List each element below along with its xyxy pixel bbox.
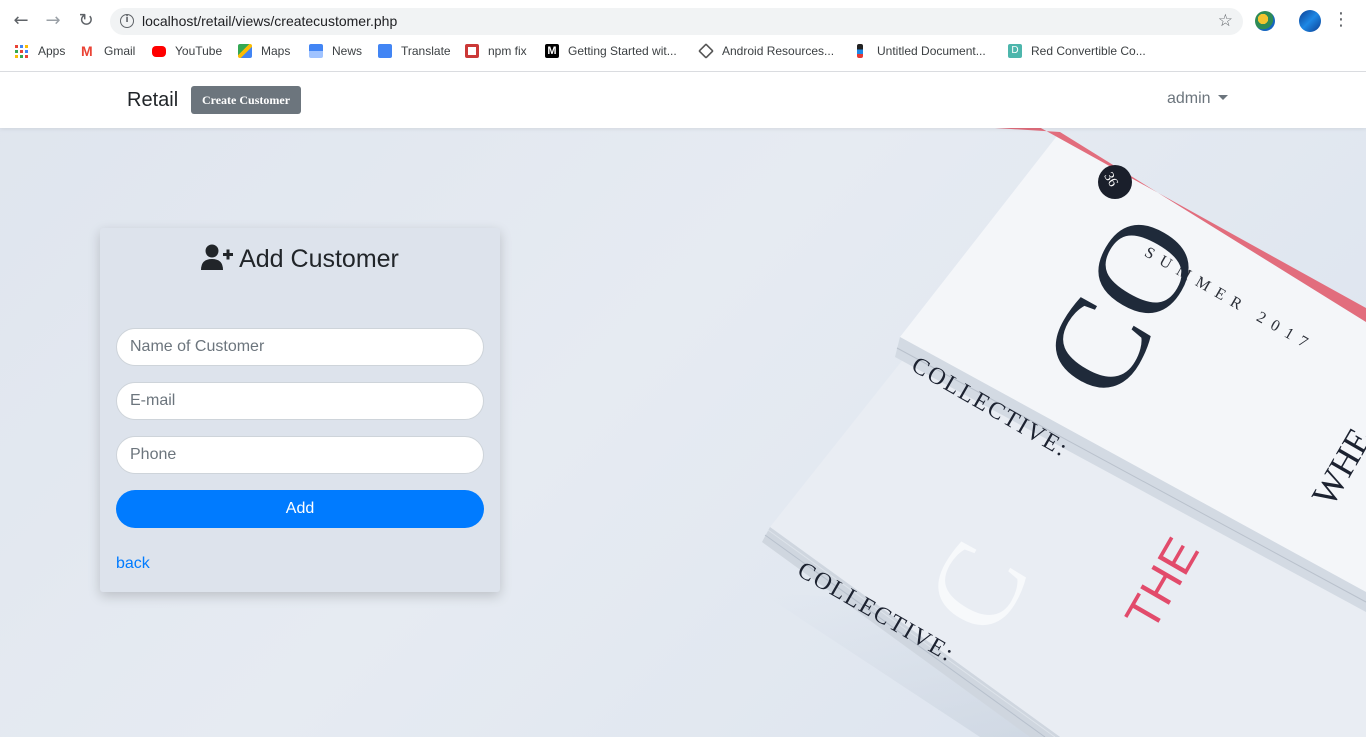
bookmark-label: Red Convertible Co... bbox=[1031, 44, 1146, 58]
reload-icon[interactable]: ↻ bbox=[75, 10, 97, 32]
bookmark-getting-started[interactable]: M Getting Started wit... bbox=[545, 44, 677, 58]
user-plus-icon bbox=[201, 244, 234, 270]
create-customer-button[interactable]: Create Customer bbox=[191, 86, 301, 114]
bookmark-npm-fix[interactable]: npm fix bbox=[465, 44, 527, 58]
bookmark-maps[interactable]: Maps bbox=[238, 44, 290, 58]
bookmark-label: Apps bbox=[38, 44, 66, 58]
email-input[interactable] bbox=[116, 382, 484, 420]
browser-chrome: ← → ↻ i localhost/retail/views/createcus… bbox=[0, 0, 1366, 72]
brand-link[interactable]: Retail bbox=[127, 89, 178, 112]
bookmark-label: YouTube bbox=[175, 44, 223, 58]
bookmark-label: News bbox=[332, 44, 363, 58]
user-name: admin bbox=[1167, 90, 1211, 107]
bookmark-label: Gmail bbox=[104, 44, 136, 58]
gmail-icon: M bbox=[81, 43, 93, 59]
bookmark-label: Translate bbox=[401, 44, 451, 58]
news-icon bbox=[309, 44, 323, 58]
youtube-icon bbox=[152, 45, 166, 57]
apps-grid-icon bbox=[15, 44, 28, 58]
bookmark-apps[interactable]: Apps bbox=[15, 44, 65, 58]
page-content: 36 SUMMER 2017 CO COLLECTIVE: WHE C THE … bbox=[0, 72, 1366, 737]
card-title: Add Customer bbox=[100, 244, 500, 274]
bookmark-news[interactable]: News bbox=[309, 44, 362, 58]
npm-icon bbox=[465, 44, 479, 58]
document-icon bbox=[857, 44, 863, 58]
android-resources-icon bbox=[698, 43, 714, 59]
d-icon: D bbox=[1008, 44, 1022, 58]
card-title-text: Add Customer bbox=[239, 245, 399, 273]
medium-icon: M bbox=[545, 44, 559, 58]
back-arrow-icon[interactable]: ← bbox=[10, 10, 32, 32]
bookmarks-bar: Apps M Gmail YouTube Maps News Translate… bbox=[0, 42, 1366, 64]
address-bar[interactable]: i localhost/retail/views/createcustomer.… bbox=[110, 8, 1243, 35]
bookmark-label: Untitled Document... bbox=[877, 44, 986, 58]
bookmark-untitled-document[interactable]: Untitled Document... bbox=[853, 44, 986, 58]
site-info-icon[interactable]: i bbox=[120, 14, 134, 28]
add-button[interactable]: Add bbox=[116, 490, 484, 528]
user-dropdown[interactable]: admin bbox=[1167, 90, 1228, 108]
phone-input[interactable] bbox=[116, 436, 484, 474]
maps-icon bbox=[238, 44, 252, 58]
add-customer-card: Add Customer Add back bbox=[100, 228, 500, 592]
back-link[interactable]: back bbox=[116, 555, 150, 573]
bookmark-gmail[interactable]: M Gmail bbox=[81, 44, 135, 58]
bookmark-youtube[interactable]: YouTube bbox=[152, 44, 222, 58]
address-url[interactable]: localhost/retail/views/createcustomer.ph… bbox=[142, 13, 397, 29]
browser-menu-icon[interactable]: ⋮ bbox=[1332, 9, 1350, 31]
caret-down-icon bbox=[1217, 95, 1228, 100]
bookmark-red-convertible[interactable]: D Red Convertible Co... bbox=[1008, 44, 1146, 58]
bookmark-label: Android Resources... bbox=[722, 44, 835, 58]
bookmark-star-icon[interactable]: ☆ bbox=[1218, 11, 1233, 31]
bookmark-translate[interactable]: Translate bbox=[378, 44, 451, 58]
forward-arrow-icon[interactable]: → bbox=[42, 10, 64, 32]
customer-name-input[interactable] bbox=[116, 328, 484, 366]
bookmark-label: npm fix bbox=[488, 44, 527, 58]
profile-avatar[interactable] bbox=[1299, 10, 1321, 32]
bookmark-label: Maps bbox=[261, 44, 291, 58]
extension-icon[interactable] bbox=[1255, 11, 1275, 31]
translate-icon bbox=[378, 44, 392, 58]
bookmark-android-resources[interactable]: Android Resources... bbox=[698, 43, 835, 59]
bookmark-label: Getting Started wit... bbox=[568, 44, 677, 58]
top-navbar: Retail Create Customer admin bbox=[0, 72, 1366, 128]
